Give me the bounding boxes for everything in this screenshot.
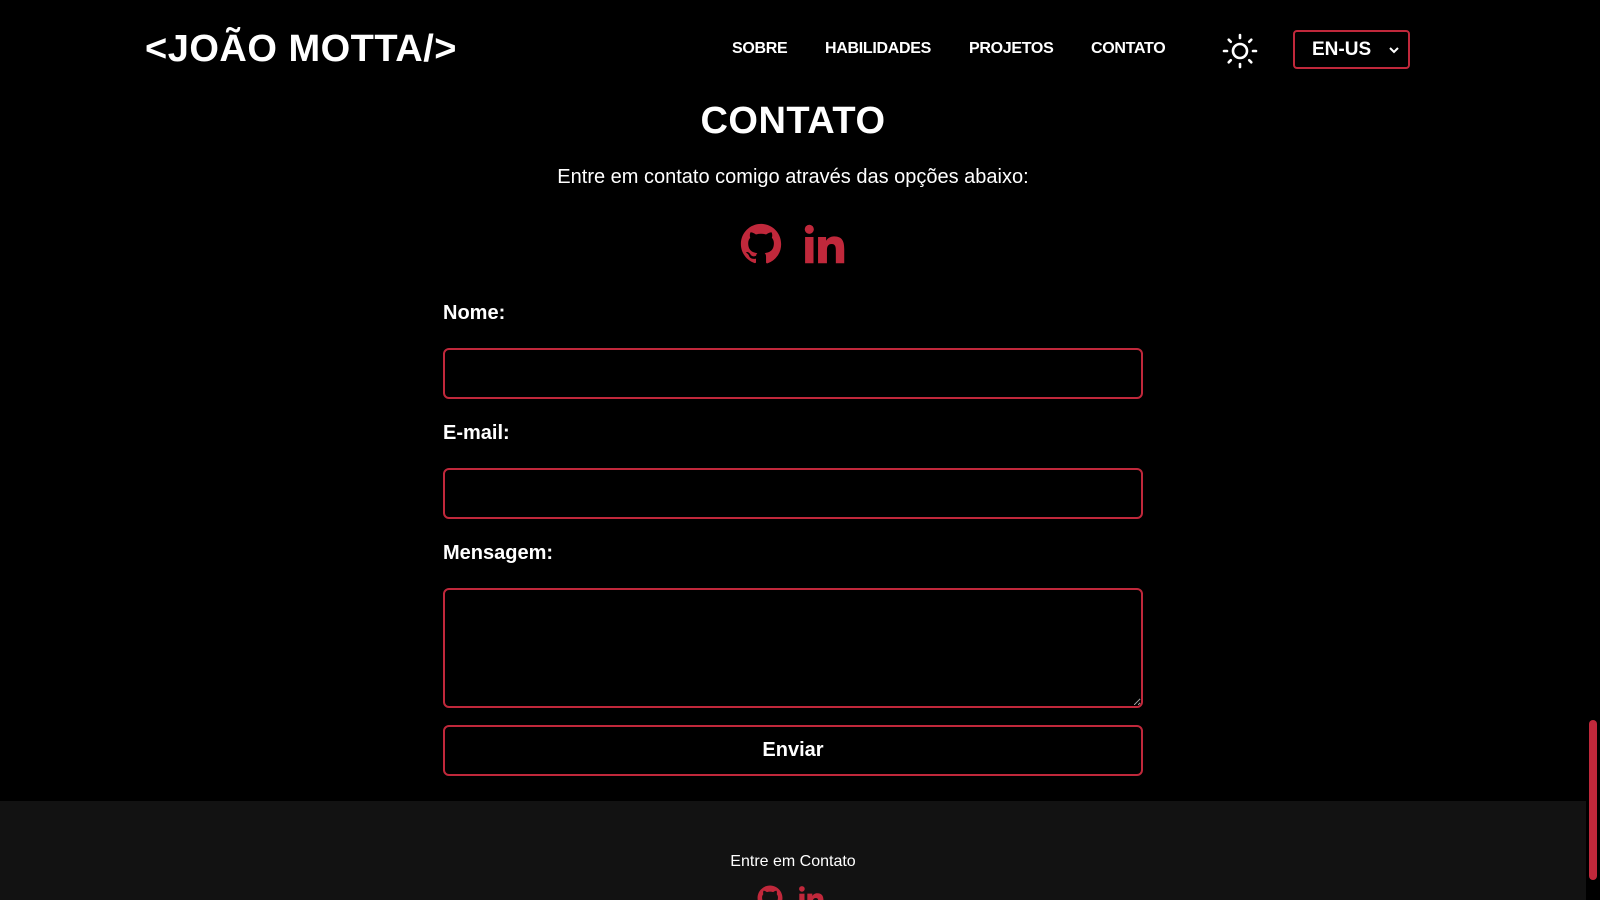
name-input[interactable]	[443, 348, 1143, 399]
scrollbar-thumb[interactable]	[1589, 720, 1597, 880]
linkedin-icon	[799, 886, 824, 900]
github-icon	[740, 223, 782, 264]
message-textarea[interactable]	[443, 588, 1143, 708]
name-label: Nome:	[443, 302, 506, 324]
footer-github-link[interactable]	[757, 885, 783, 900]
page: <JOÃO MOTTA/> SOBRE HABILIDADES PROJETOS…	[0, 0, 1600, 900]
submit-button[interactable]: Enviar	[443, 725, 1143, 776]
linkedin-link[interactable]	[803, 223, 845, 270]
section-title: CONTATO	[700, 100, 886, 142]
nav-link-sobre[interactable]: SOBRE	[732, 40, 788, 58]
email-input[interactable]	[443, 468, 1143, 519]
site-logo[interactable]: <JOÃO MOTTA/>	[145, 28, 457, 71]
footer-linkedin-link[interactable]	[798, 885, 824, 900]
github-icon	[757, 885, 783, 900]
nav-link-projetos[interactable]: PROJETOS	[969, 40, 1054, 58]
linkedin-icon	[804, 224, 845, 264]
scrollbar[interactable]	[1586, 0, 1600, 900]
footer: Entre em Contato	[0, 801, 1586, 900]
chevron-down-icon	[1389, 47, 1399, 54]
email-label: E-mail:	[443, 422, 510, 444]
nav-link-habilidades[interactable]: HABILIDADES	[825, 40, 931, 58]
footer-text: Entre em Contato	[730, 853, 856, 870]
message-label: Mensagem:	[443, 542, 554, 564]
sun-icon	[1222, 33, 1258, 69]
nav-link-contato[interactable]: CONTATO	[1091, 40, 1166, 58]
language-select[interactable]: EN-US	[1293, 30, 1410, 69]
header: <JOÃO MOTTA/> SOBRE HABILIDADES PROJETOS…	[0, 0, 1586, 100]
language-selected-value: EN-US	[1312, 38, 1372, 60]
github-link[interactable]	[740, 223, 782, 270]
theme-toggle-button[interactable]	[1222, 33, 1258, 69]
section-subtitle: Entre em contato comigo através das opçõ…	[557, 166, 1029, 188]
